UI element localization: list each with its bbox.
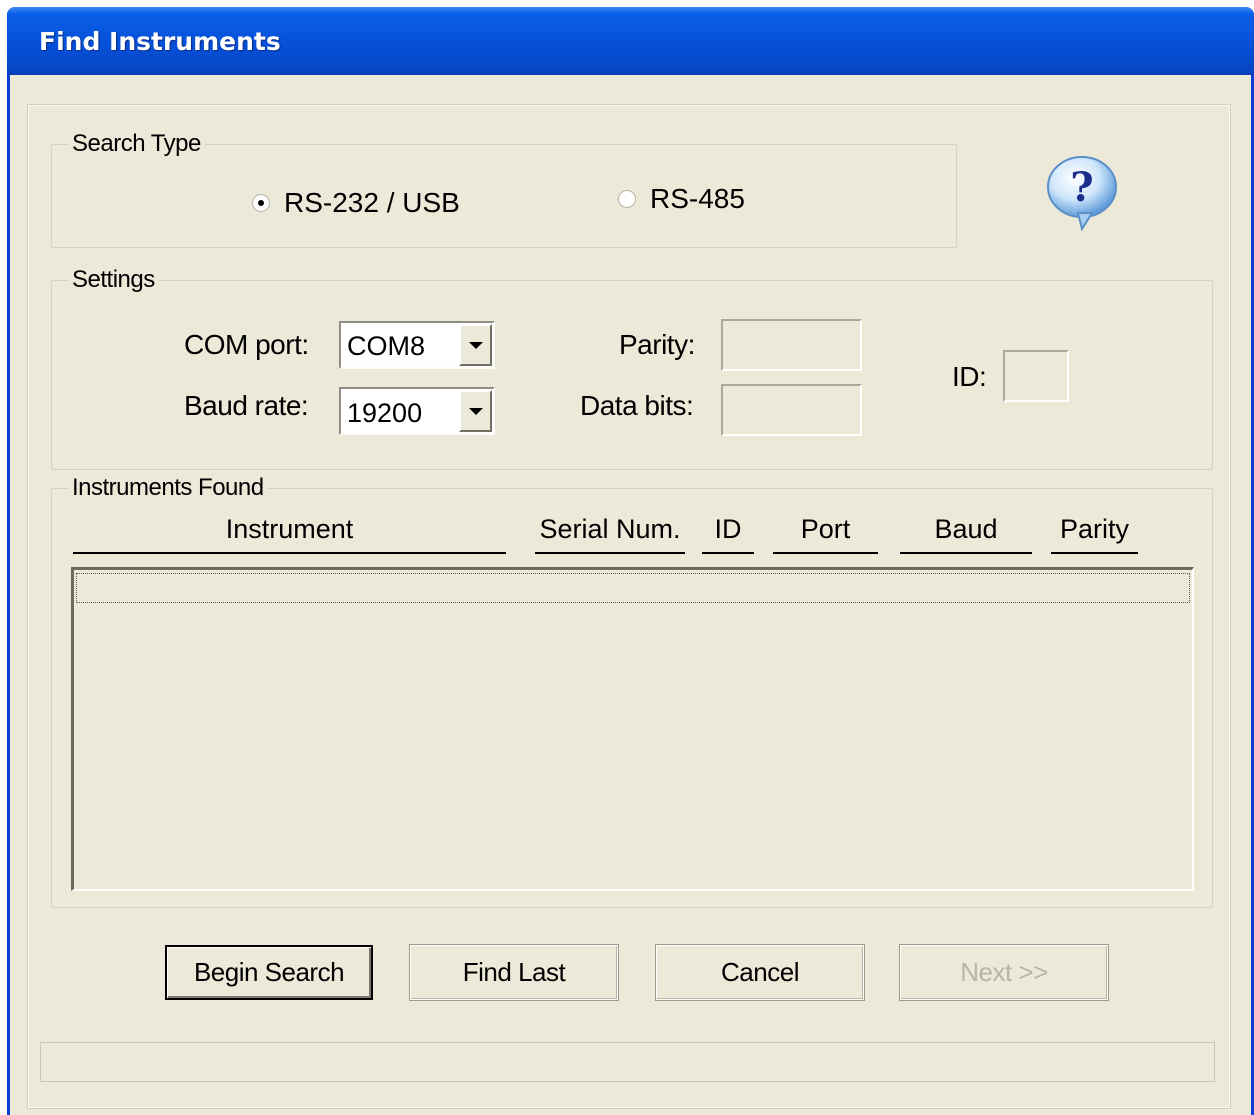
- begin-search-label: Begin Search: [193, 957, 345, 987]
- column-header-parity: Parity: [1051, 514, 1138, 554]
- radio-rs232-usb-label: RS-232 / USB: [284, 187, 460, 218]
- cancel-label: Cancel: [721, 957, 799, 987]
- find-last-button[interactable]: Find Last: [409, 944, 619, 1001]
- find-instruments-window: Find Instruments Search Type RS-232 / US…: [7, 7, 1254, 1115]
- window-title: Find Instruments: [39, 27, 281, 56]
- settings-label: Settings: [68, 266, 159, 294]
- column-header-serial-num: Serial Num.: [535, 514, 685, 554]
- help-balloon-icon[interactable]: ?: [1042, 153, 1122, 231]
- column-header-instrument: Instrument: [73, 514, 506, 554]
- baud-rate-dropdown[interactable]: 19200: [339, 387, 495, 435]
- cancel-button[interactable]: Cancel: [655, 944, 865, 1001]
- parity-field: [721, 319, 862, 371]
- parity-label: Parity:: [619, 329, 695, 360]
- settings-group: Settings COM port: COM8 Baud rate: 19200…: [51, 266, 1213, 470]
- main-panel: Search Type RS-232 / USB RS-485 ? Settin…: [27, 104, 1231, 1109]
- instruments-found-label: Instruments Found: [68, 474, 268, 502]
- chevron-down-icon[interactable]: [459, 390, 492, 432]
- com-port-value: COM8: [347, 331, 426, 361]
- radio-unselected-indicator[interactable]: [618, 190, 636, 208]
- data-bits-label: Data bits:: [580, 390, 694, 421]
- dialog-client-area: Search Type RS-232 / USB RS-485 ? Settin…: [10, 75, 1251, 1115]
- search-type-group: Search Type RS-232 / USB RS-485: [51, 130, 957, 248]
- next-label: Next >>: [960, 957, 1048, 987]
- find-last-label: Find Last: [462, 957, 566, 987]
- baud-rate-label: Baud rate:: [184, 390, 309, 421]
- radio-rs485-label: RS-485: [650, 183, 745, 214]
- com-port-label: COM port:: [184, 329, 309, 360]
- column-header-port: Port: [773, 514, 878, 554]
- title-bar[interactable]: Find Instruments: [7, 7, 1254, 75]
- id-label: ID:: [952, 361, 987, 392]
- column-header-id: ID: [702, 514, 754, 554]
- chevron-down-icon[interactable]: [459, 324, 492, 366]
- svg-text:?: ?: [1070, 164, 1093, 211]
- radio-rs232-usb[interactable]: RS-232 / USB: [252, 187, 460, 219]
- search-type-label: Search Type: [68, 130, 205, 158]
- begin-search-button[interactable]: Begin Search: [165, 945, 373, 1000]
- id-field: [1003, 350, 1069, 402]
- radio-selected-indicator[interactable]: [252, 194, 270, 212]
- list-focus-row[interactable]: [76, 573, 1190, 603]
- data-bits-field: [721, 384, 862, 436]
- com-port-dropdown[interactable]: COM8: [339, 321, 495, 369]
- radio-rs485[interactable]: RS-485: [618, 183, 745, 215]
- baud-rate-value: 19200: [347, 398, 423, 428]
- column-header-baud: Baud: [900, 514, 1032, 554]
- status-bar: [40, 1042, 1215, 1082]
- next-button[interactable]: Next >>: [899, 944, 1109, 1001]
- instruments-list[interactable]: [71, 567, 1194, 891]
